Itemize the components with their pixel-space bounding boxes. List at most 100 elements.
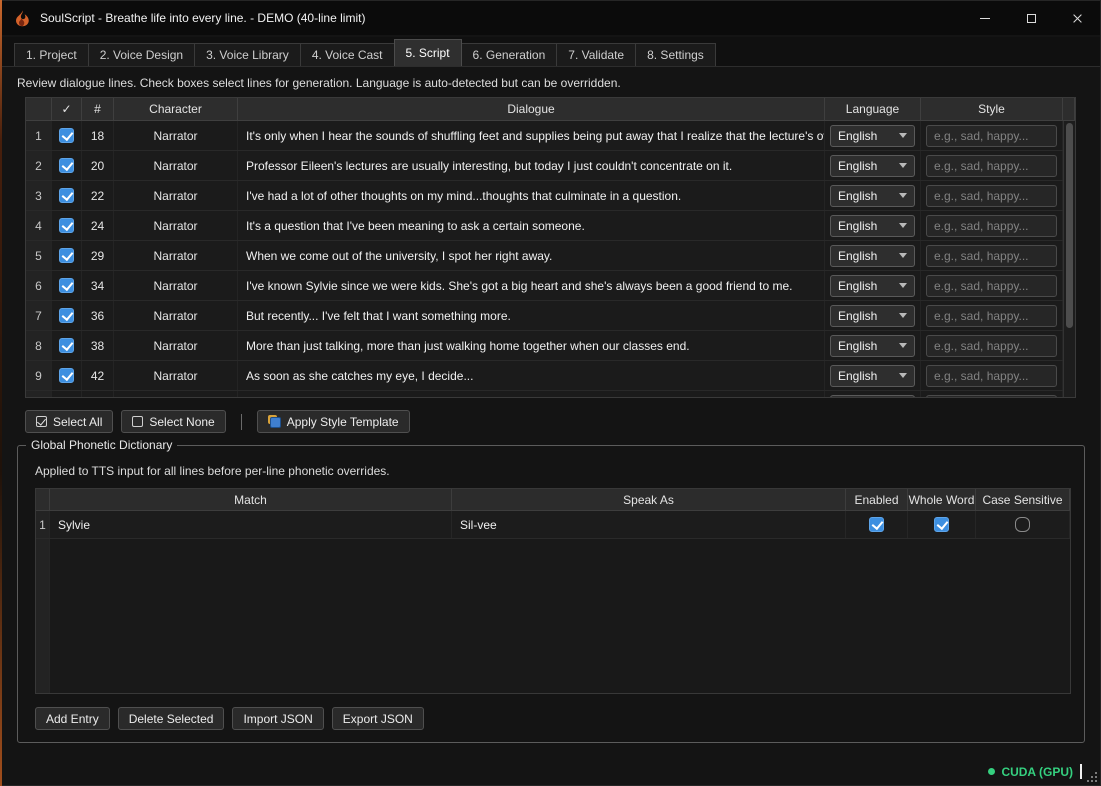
- language-select[interactable]: English: [830, 154, 915, 177]
- style-input[interactable]: [926, 394, 1057, 397]
- language-cell: English: [825, 211, 921, 240]
- language-value: English: [838, 188, 878, 203]
- whole-word-checkbox[interactable]: [934, 517, 949, 532]
- line-number: 42: [82, 361, 114, 390]
- desktop-edge-glow: [0, 0, 2, 786]
- language-select[interactable]: English: [830, 304, 915, 327]
- style-input[interactable]: [926, 244, 1057, 267]
- language-select[interactable]: [830, 394, 915, 397]
- add-entry-button[interactable]: Add Entry: [35, 707, 110, 730]
- tab-4-voice-cast[interactable]: 4. Voice Cast: [299, 43, 395, 66]
- apply-style-template-button[interactable]: Apply Style Template: [256, 410, 410, 433]
- select-none-icon: [132, 416, 144, 427]
- dialogue-cell: But recently... I've felt that I want so…: [238, 301, 825, 330]
- header-scrollbar-spacer: [1063, 98, 1075, 121]
- minimize-button[interactable]: [962, 1, 1008, 35]
- number-column-header[interactable]: #: [82, 98, 114, 121]
- line-checkbox[interactable]: [59, 368, 74, 383]
- character-column-header[interactable]: Character: [114, 98, 238, 121]
- export-json-button[interactable]: Export JSON: [331, 707, 424, 730]
- language-value: English: [838, 308, 878, 323]
- close-button[interactable]: [1054, 1, 1100, 35]
- language-select[interactable]: English: [830, 214, 915, 237]
- tab-2-voice-design[interactable]: 2. Voice Design: [87, 43, 196, 66]
- tab-5-script[interactable]: 5. Script: [393, 39, 462, 66]
- tab-7-validate[interactable]: 7. Validate: [556, 43, 637, 66]
- line-checkbox[interactable]: [59, 218, 74, 233]
- language-value: English: [838, 128, 878, 143]
- row-header: 8: [26, 331, 52, 360]
- chevron-down-icon: [899, 193, 907, 198]
- language-select[interactable]: English: [830, 244, 915, 267]
- line-checkbox[interactable]: [59, 128, 74, 143]
- instructions-text: Review dialogue lines. Check boxes selec…: [17, 76, 621, 90]
- style-input[interactable]: [926, 214, 1057, 237]
- check-column-header[interactable]: ✓: [52, 98, 82, 121]
- language-select[interactable]: English: [830, 124, 915, 147]
- style-input[interactable]: [926, 184, 1057, 207]
- style-input[interactable]: [926, 334, 1057, 357]
- line-checkbox[interactable]: [59, 308, 74, 323]
- phonetic-table: Match Speak As Enabled Whole Word Case S…: [35, 488, 1071, 694]
- phonetic-row-header-strip: [36, 539, 50, 693]
- style-cell: [921, 121, 1063, 150]
- vertical-scrollbar[interactable]: [1063, 121, 1075, 397]
- language-select[interactable]: English: [830, 334, 915, 357]
- language-select[interactable]: English: [830, 274, 915, 297]
- line-checkbox[interactable]: [59, 338, 74, 353]
- style-column-header[interactable]: Style: [921, 98, 1063, 121]
- match-column-header[interactable]: Match: [50, 489, 452, 511]
- enabled-checkbox[interactable]: [869, 517, 884, 532]
- dialogue-column-header[interactable]: Dialogue: [238, 98, 825, 121]
- language-select[interactable]: English: [830, 184, 915, 207]
- delete-selected-button[interactable]: Delete Selected: [117, 707, 225, 730]
- style-template-icon: [267, 415, 281, 428]
- dialogue-row: 7 36 Narrator But recently... I've felt tha…: [26, 301, 1063, 331]
- language-cell: English: [825, 301, 921, 330]
- line-number: [82, 391, 114, 397]
- dialogue-cell: More than just talking, more than just w…: [238, 331, 825, 360]
- style-input[interactable]: [926, 124, 1057, 147]
- select-none-button[interactable]: Select None: [121, 410, 226, 433]
- row-header: 9: [26, 361, 52, 390]
- chevron-down-icon: [899, 163, 907, 168]
- line-checkbox[interactable]: [59, 248, 74, 263]
- language-select[interactable]: English: [830, 364, 915, 387]
- minimize-icon: [980, 17, 990, 19]
- character-cell: Narrator: [114, 361, 238, 390]
- speak-as-column-header[interactable]: Speak As: [452, 489, 846, 511]
- style-input[interactable]: [926, 274, 1057, 297]
- tab-1-project[interactable]: 1. Project: [14, 43, 89, 66]
- tab-6-generation[interactable]: 6. Generation: [460, 43, 558, 66]
- character-cell: Narrator: [114, 181, 238, 210]
- case-sensitive-checkbox[interactable]: [1015, 517, 1030, 532]
- dialogue-cell: When we come out of the university, I sp…: [238, 241, 825, 270]
- resize-grip[interactable]: [1086, 771, 1097, 782]
- dialogue-table-body: 1 18 Narrator It's only when I hear the sou…: [26, 121, 1063, 397]
- whole-word-cell: [908, 511, 976, 538]
- tab-3-voice-library[interactable]: 3. Voice Library: [194, 43, 301, 66]
- style-input[interactable]: [926, 304, 1057, 327]
- language-value: English: [838, 368, 878, 383]
- line-checkbox[interactable]: [59, 278, 74, 293]
- maximize-button[interactable]: [1008, 1, 1054, 35]
- dialogue-cell: I've had a lot of other thoughts on my m…: [238, 181, 825, 210]
- style-input[interactable]: [926, 364, 1057, 387]
- checkbox-cell: [52, 391, 82, 397]
- checkbox-cell: [52, 181, 82, 210]
- select-all-button[interactable]: Select All: [25, 410, 114, 433]
- toolbar-separator: [240, 413, 242, 430]
- import-json-button[interactable]: Import JSON: [232, 707, 324, 730]
- case-sensitive-column-header[interactable]: Case Sensitive: [976, 489, 1070, 511]
- whole-word-column-header[interactable]: Whole Word: [908, 489, 976, 511]
- style-input[interactable]: [926, 154, 1057, 177]
- scrollbar-thumb[interactable]: [1066, 123, 1073, 328]
- language-column-header[interactable]: Language: [825, 98, 921, 121]
- line-checkbox[interactable]: [59, 188, 74, 203]
- tab-8-settings[interactable]: 8. Settings: [635, 43, 716, 66]
- enabled-column-header[interactable]: Enabled: [846, 489, 908, 511]
- match-cell: Sylvie: [50, 511, 452, 538]
- groupbox-title: Global Phonetic Dictionary: [26, 438, 178, 452]
- row-header: 4: [26, 211, 52, 240]
- line-checkbox[interactable]: [59, 158, 74, 173]
